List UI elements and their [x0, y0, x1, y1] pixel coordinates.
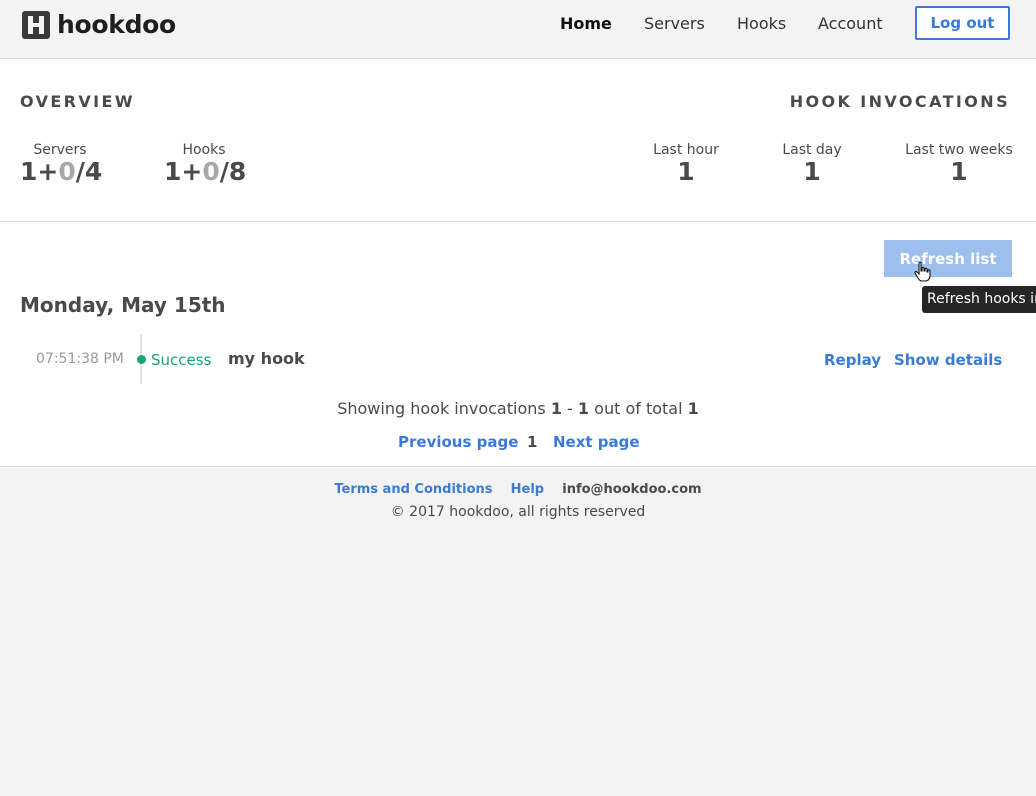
brand-logo[interactable]: hookdoo: [22, 10, 176, 39]
nav-hooks[interactable]: Hooks: [737, 14, 786, 33]
top-header: hookdoo Home Servers Hooks Account Log o…: [0, 0, 1036, 59]
show-details-link[interactable]: Show details: [894, 351, 1002, 369]
current-page: 1: [527, 433, 538, 451]
nav-account[interactable]: Account: [818, 14, 883, 33]
refresh-list-button[interactable]: Refresh list: [884, 240, 1012, 277]
last-two-weeks-label: Last two weeks: [905, 142, 1013, 158]
success-dot-icon: [137, 355, 146, 364]
last-day-value: 1: [803, 157, 821, 186]
replay-link[interactable]: Replay: [824, 351, 881, 369]
logo-h-icon: [22, 10, 50, 39]
invocation-time: 07:51:38 PM: [36, 351, 124, 367]
servers-count: 1+0/4: [20, 157, 103, 186]
hooks-label: Hooks: [182, 142, 226, 158]
help-link[interactable]: Help: [511, 482, 544, 497]
last-hour-value: 1: [677, 157, 695, 186]
invocations-list-panel: Refresh list Refresh hooks invocations l…: [0, 222, 1036, 467]
day-heading: Monday, May 15th: [20, 293, 226, 317]
servers-label: Servers: [33, 142, 87, 158]
hooks-count: 1+0/8: [164, 157, 247, 186]
nav-home[interactable]: Home: [560, 14, 612, 33]
hand-cursor-icon: [914, 261, 931, 282]
previous-page-link[interactable]: Previous page: [398, 433, 518, 451]
brand-name: hookdoo: [57, 10, 176, 39]
next-page-link[interactable]: Next page: [553, 433, 640, 451]
copyright: © 2017 hookdoo, all rights reserved: [390, 504, 646, 520]
logout-button[interactable]: Log out: [915, 6, 1010, 40]
nav-servers[interactable]: Servers: [644, 14, 705, 33]
overview-title: OVERVIEW: [20, 92, 135, 111]
invocation-status: Success: [151, 351, 212, 369]
last-hour-label: Last hour: [653, 142, 719, 158]
invocations-title: HOOK INVOCATIONS: [789, 92, 1010, 111]
hook-name: my hook: [228, 349, 305, 368]
pagination-summary: Showing hook invocations 1 - 1 out of to…: [337, 399, 699, 418]
terms-link[interactable]: Terms and Conditions: [334, 482, 492, 497]
contact-email[interactable]: info@hookdoo.com: [562, 482, 701, 497]
last-two-weeks-value: 1: [950, 157, 968, 186]
footer-links: Terms and Conditions Help info@hookdoo.c…: [0, 482, 1036, 497]
overview-panel: OVERVIEW HOOK INVOCATIONS Servers 1+0/4 …: [0, 59, 1036, 222]
refresh-tooltip: Refresh hooks invocations list: [922, 286, 1036, 313]
last-day-label: Last day: [782, 142, 842, 158]
